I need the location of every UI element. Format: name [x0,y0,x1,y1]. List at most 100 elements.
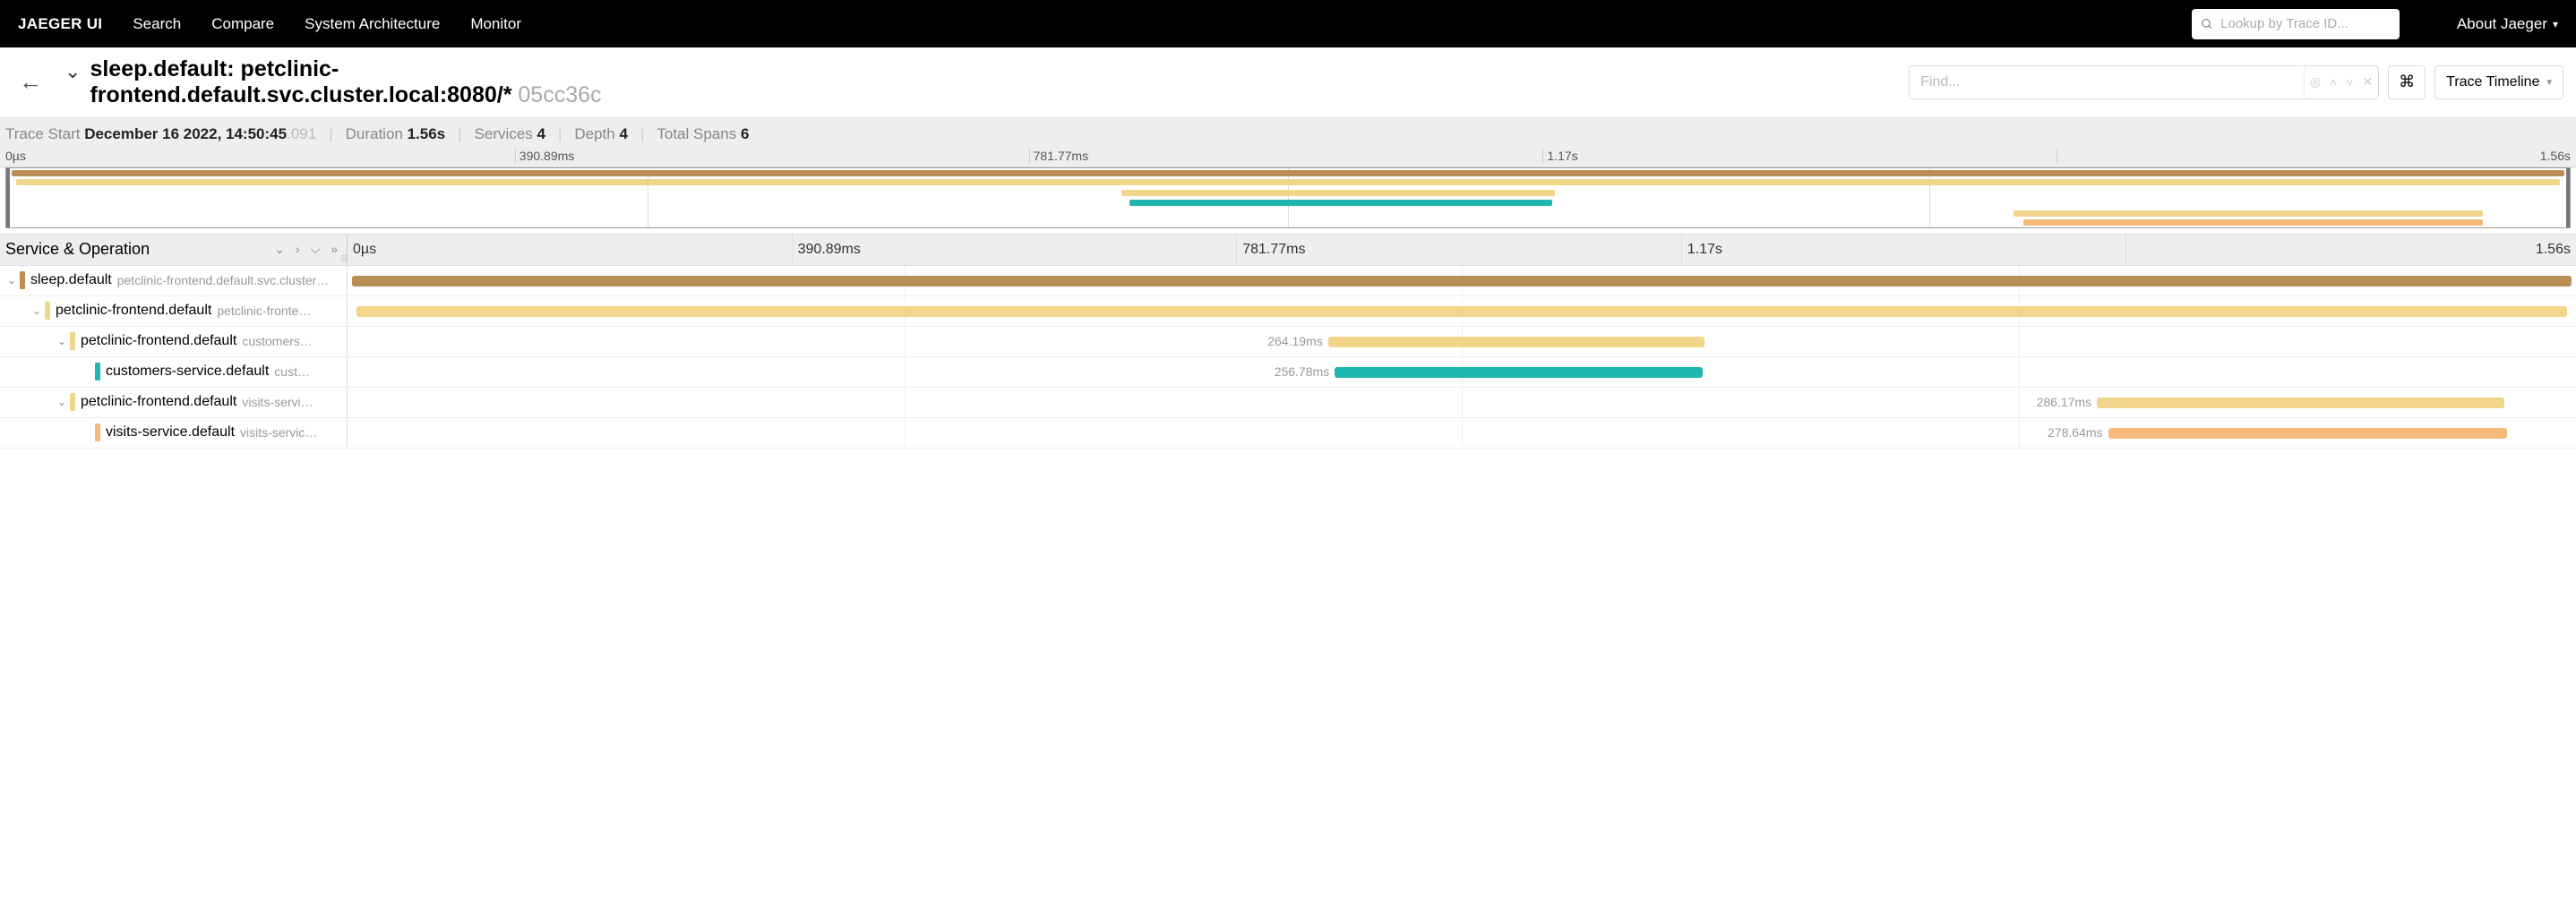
span-timeline-cell[interactable]: 286.17ms [348,388,2576,417]
span-timeline-cell[interactable]: 256.78ms [348,357,2576,387]
nav-sysarch[interactable]: System Architecture [305,15,440,33]
minimap-span-bar [1129,200,1552,206]
span-row-label[interactable]: customers-service.defaultcust… [0,357,348,387]
span-row-label[interactable]: visits-service.default visits-servic… [0,418,348,448]
span-operation-name: visits-servi… [242,395,313,409]
meta-depth-value: 4 [619,125,627,142]
span-bar[interactable] [1328,337,1704,347]
search-icon [2201,17,2213,31]
timeline-gridline [905,357,906,387]
find-input[interactable] [1910,74,2304,90]
meta-spans-label: Total Spans [657,125,736,142]
timeline-gridline [905,418,906,448]
meta-duration-value: 1.56s [408,125,446,142]
span-row[interactable]: ⌄petclinic-frontend.defaultcustomers… 264… [0,327,2576,357]
span-timeline-cell[interactable]: 264.19ms [348,327,2576,356]
span-bar[interactable] [2108,428,2507,439]
span-row-label[interactable]: ⌄petclinic-frontend.defaultpetclinic-fro… [0,296,348,326]
keyboard-shortcuts-button[interactable]: ⌘ [2388,65,2426,99]
service-operation-header: Service & Operation ⌄ › ⌵ » ⠿ [0,235,348,265]
ruler-tick: 0µs [5,149,515,163]
column-resize-handle[interactable]: ⠿ [341,235,347,265]
timeline-header: 0µs 390.89ms 781.77ms 1.17s 1.56s [348,235,2576,265]
timeline-gridline [905,327,906,356]
collapse-all-icon[interactable]: ⌵ [311,242,321,257]
nav-search[interactable]: Search [133,15,181,33]
span-bar[interactable] [2097,398,2504,408]
span-service-name: visits-service.default [106,424,235,440]
locate-icon[interactable]: ◎ [2310,74,2321,90]
trace-lookup[interactable] [2192,9,2400,39]
trace-header: ← ⌄ sleep.default: petclinic-frontend.de… [0,47,2576,118]
span-service-name: petclinic-frontend.default [81,394,236,410]
timeline-gridline [2019,418,2020,448]
timeline-gridline [905,388,906,417]
span-row-label[interactable]: ⌄petclinic-frontend.defaultcustomers… [0,327,348,356]
span-bar[interactable] [1335,367,1703,378]
nav-compare[interactable]: Compare [211,15,274,33]
span-duration-label: 278.64ms [2028,425,2103,440]
timeline-gridline [2019,357,2020,387]
view-selector[interactable]: Trace Timeline ▾ [2434,65,2563,99]
trace-minimap[interactable] [5,167,2571,228]
trace-lookup-input[interactable] [2220,16,2391,31]
span-toggle-icon[interactable]: ⌄ [54,335,70,347]
span-bar[interactable] [352,276,2572,286]
service-color-bar [95,363,100,381]
meta-depth-label: Depth [574,125,614,142]
span-toggle-icon[interactable]: ⌄ [54,396,70,408]
service-color-bar [20,271,25,289]
minimap-span-bar [12,170,2565,176]
span-duration-label: 264.19ms [1248,334,1323,348]
span-toggle-icon[interactable]: ⌄ [29,304,45,317]
back-button[interactable]: ← [13,68,48,96]
find-clear-icon[interactable]: ✕ [2362,74,2373,90]
span-toggle-icon[interactable]: ⌄ [4,274,20,286]
meta-start-value: December 16 2022, 14:50:45 [84,125,287,142]
span-row[interactable]: ⌄sleep.defaultpetclinic-frontend.default… [0,266,2576,296]
minimap-gridline [1288,168,1289,227]
span-timeline-cell[interactable] [348,296,2576,326]
meta-start-label: Trace Start [5,125,80,142]
span-row[interactable]: visits-service.default visits-servic… 278.… [0,418,2576,449]
ruler-tick: 1.17s [1542,149,2057,163]
expand-one-icon[interactable]: › [296,242,300,257]
meta-start-ms: .091 [287,125,316,142]
service-color-bar [95,423,100,441]
span-row-label[interactable]: ⌄ petclinic-frontend.default visits-servi… [0,388,348,417]
span-bar[interactable] [356,306,2567,317]
about-menu[interactable]: About Jaeger ▾ [2457,15,2558,33]
find-next-icon[interactable]: ˅ [2346,75,2353,90]
timeline-gridline [2019,327,2020,356]
span-duration-label: 256.78ms [1254,364,1329,379]
span-row[interactable]: ⌄petclinic-frontend.defaultpetclinic-fro… [0,296,2576,327]
service-color-bar [70,393,75,411]
meta-services-label: Services [475,125,533,142]
meta-duration-label: Duration [346,125,403,142]
service-color-bar [45,302,50,320]
logo[interactable]: JAEGER UI [18,15,102,33]
span-row[interactable]: ⌄ petclinic-frontend.default visits-servi…… [0,388,2576,418]
nav-monitor[interactable]: Monitor [470,15,521,33]
find-box[interactable]: ◎ ˄ ˅ ✕ [1909,65,2379,99]
minimap-handle-left[interactable] [6,168,10,227]
find-prev-icon[interactable]: ˄ [2330,75,2337,90]
timeline-tick: 0µs [348,235,793,265]
span-timeline-cell[interactable] [348,266,2576,295]
minimap-span-bar [2023,219,2482,226]
minimap-span-bar [1121,190,1555,196]
trace-id: 05cc36c [518,82,601,107]
span-row[interactable]: customers-service.defaultcust… 256.78ms [0,357,2576,388]
span-timeline-cell[interactable]: 278.64ms [348,418,2576,448]
minimap-span-bar [2014,210,2483,217]
collapse-one-icon[interactable]: ⌄ [274,242,285,257]
span-operation-name: visits-servic… [240,425,317,440]
minimap-handle-right[interactable] [2566,168,2570,227]
span-row-label[interactable]: ⌄sleep.defaultpetclinic-frontend.default… [0,266,348,295]
collapse-trace-button[interactable]: ⌄ [64,56,81,83]
trace-meta-bar: Trace Start December 16 2022, 14:50:45.0… [0,118,2576,167]
expand-all-icon[interactable]: » [331,242,338,257]
span-operation-name: petclinic-fronte… [217,304,311,318]
service-color-bar [70,332,75,350]
ruler-tick: 390.89ms [515,149,1029,163]
